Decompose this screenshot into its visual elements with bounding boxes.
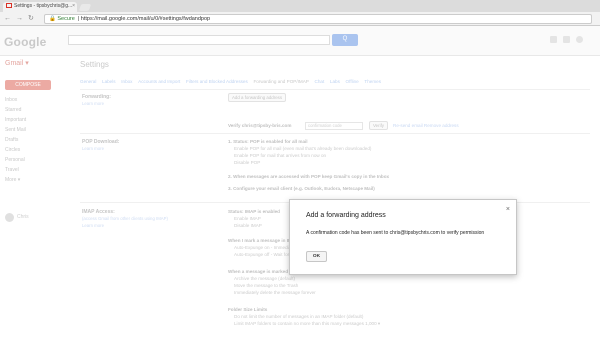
compose-button[interactable]: COMPOSE xyxy=(5,80,51,90)
imap-status: Status: IMAP is enabled xyxy=(228,209,280,214)
back-icon[interactable]: ← xyxy=(4,15,11,23)
imap-delete-forever[interactable]: Immediately delete the message forever xyxy=(234,290,316,295)
tab-labs[interactable]: Labs xyxy=(330,79,340,84)
tab-chat[interactable]: Chat xyxy=(315,79,325,84)
dialog-message: A confirmation code has been sent to chr… xyxy=(306,230,485,236)
add-forwarding-dialog: Add a forwarding address × A confirmatio… xyxy=(289,199,517,275)
dialog-title: Add a forwarding address xyxy=(306,212,386,219)
sidebar-item-inbox[interactable]: Inbox xyxy=(5,95,65,105)
pop-step-3: 3. Configure your email client (e.g. Out… xyxy=(228,186,375,191)
sidebar-item-travel[interactable]: Travel xyxy=(5,165,65,175)
tab-labels[interactable]: Labels xyxy=(102,79,116,84)
imap-disable[interactable]: Disable IMAP xyxy=(234,223,262,228)
sidebar-item-more[interactable]: More ▾ xyxy=(5,175,65,185)
sidebar-item-sent[interactable]: Sent Mail xyxy=(5,125,65,135)
settings-tabs: General Labels Inbox Accounts and Import… xyxy=(80,79,580,87)
apps-icon[interactable] xyxy=(550,36,557,43)
pop-heading: POP Download: xyxy=(82,139,120,145)
avatar xyxy=(5,213,14,222)
divider xyxy=(80,89,590,90)
tab-filters[interactable]: Filters and Blocked Addresses xyxy=(186,79,248,84)
tab-close-icon[interactable]: × xyxy=(72,3,75,9)
account-avatar[interactable] xyxy=(576,36,583,43)
pop-option-all[interactable]: Enable POP for all mail (even mail that'… xyxy=(234,146,371,151)
tab-inbox[interactable]: Inbox xyxy=(121,79,132,84)
pop-option-now[interactable]: Enable POP for mail that arrives from no… xyxy=(234,153,326,158)
reload-icon[interactable]: ↻ xyxy=(28,15,34,23)
sidebar-item-circles[interactable]: Circles xyxy=(5,145,65,155)
search-icon: Q xyxy=(342,36,348,42)
notifications-icon[interactable] xyxy=(563,36,570,43)
tab-title: Settings - tipsbychris@g... xyxy=(14,3,73,9)
user-name: Chris xyxy=(17,214,29,220)
google-logo[interactable]: Google xyxy=(4,35,47,49)
imap-enable[interactable]: Enable IMAP xyxy=(234,216,261,221)
imap-limit-none[interactable]: Do not limit the number of messages in a… xyxy=(234,314,363,319)
gmail-menu[interactable]: Gmail ▾ xyxy=(5,59,29,67)
gmail-favicon-icon xyxy=(6,3,12,8)
sidebar-item-personal[interactable]: Personal xyxy=(5,155,65,165)
secure-indicator[interactable]: 🔒 Secure xyxy=(49,16,75,22)
imap-subtitle: (access Gmail from other clients using I… xyxy=(82,216,168,221)
forward-icon[interactable]: → xyxy=(16,15,23,23)
tab-general[interactable]: General xyxy=(80,79,96,84)
imap-folder-limits: Folder Size Limits xyxy=(228,307,268,312)
tab-offline[interactable]: Offline xyxy=(346,79,359,84)
sidebar-item-important[interactable]: Important xyxy=(5,115,65,125)
imap-limit-count[interactable]: Limit IMAP folders to contain no more th… xyxy=(234,321,380,327)
sidebar-item-drafts[interactable]: Drafts xyxy=(5,135,65,145)
close-icon[interactable]: × xyxy=(506,206,510,213)
imap-archive[interactable]: Archive the message (default) xyxy=(234,276,295,281)
header-icons xyxy=(550,36,590,44)
search-button[interactable]: Q xyxy=(332,34,358,46)
imap-heading: IMAP Access: xyxy=(82,209,115,215)
tab-forwarding-pop-imap[interactable]: Forwarding and POP/IMAP xyxy=(253,79,308,84)
forwarding-learn-more[interactable]: Learn more xyxy=(82,101,104,106)
resend-remove-links[interactable]: Re-send email Remove address xyxy=(393,123,459,128)
pop-learn-more[interactable]: Learn more xyxy=(82,146,104,151)
pop-option-disable[interactable]: Disable POP xyxy=(234,160,260,165)
hangouts-user[interactable]: Chris xyxy=(5,212,69,224)
forwarding-heading: Forwarding: xyxy=(82,94,111,100)
new-tab-button[interactable] xyxy=(78,4,92,11)
verify-button[interactable]: Verify xyxy=(369,121,388,130)
browser-tab[interactable]: Settings - tipsbychris@g... × xyxy=(3,2,77,12)
page-title: Settings xyxy=(80,60,109,69)
tab-accounts[interactable]: Accounts and Import xyxy=(138,79,180,84)
sidebar-item-starred[interactable]: Starred xyxy=(5,105,65,115)
divider xyxy=(80,133,590,134)
imap-learn-more[interactable]: Learn more xyxy=(82,223,104,228)
address-toolbar: ← → ↻ 🔒 Secure | https://mail.google.com/… xyxy=(0,12,600,26)
sidebar: Inbox Starred Important Sent Mail Drafts… xyxy=(5,95,65,185)
tab-themes[interactable]: Themes xyxy=(364,79,381,84)
imap-trash[interactable]: Move the message to the Trash xyxy=(234,283,298,288)
ok-button[interactable]: OK xyxy=(306,251,327,262)
confirmation-code-input[interactable]: confirmation code xyxy=(305,122,363,130)
search-input[interactable] xyxy=(68,35,330,45)
browser-tabstrip: Settings - tipsbychris@g... × xyxy=(0,0,600,12)
gmail-header: Google Q xyxy=(0,26,600,56)
verify-label: Verify chris@tipsby-bris.com xyxy=(228,123,292,128)
pop-step-2[interactable]: 2. When messages are accessed with POP k… xyxy=(228,174,389,179)
pop-status: 1. Status: POP is enabled for all mail xyxy=(228,139,308,144)
url-bar[interactable]: 🔒 Secure | https://mail.google.com/mail/u… xyxy=(44,14,592,24)
add-forwarding-address-button[interactable]: Add a forwarding address xyxy=(228,93,287,102)
url-text: https://mail.google.com/mail/u/0/#settin… xyxy=(80,16,211,22)
